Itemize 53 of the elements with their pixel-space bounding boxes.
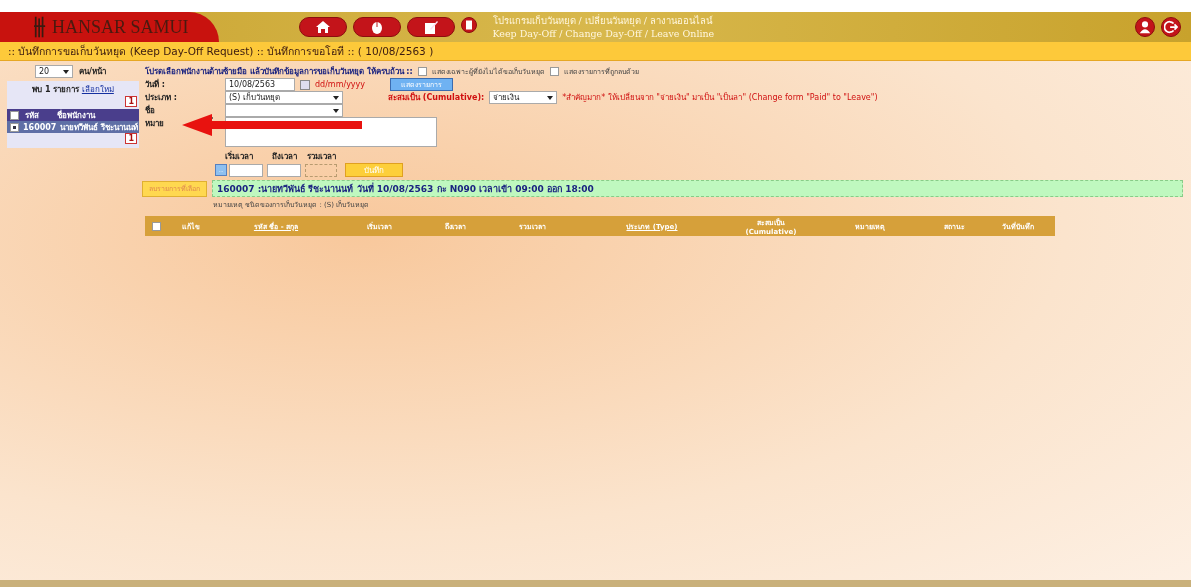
employee-name: นายทวีพันธ์ รีชะนานนท์ (60, 121, 139, 133)
page-size-select[interactable]: 20 (35, 65, 74, 78)
end-time-field[interactable] (267, 164, 301, 177)
field-label: ประเภท : (145, 92, 178, 104)
column-header[interactable]: ชื่อพนักงาน (57, 108, 95, 122)
time-label: เริ่มเวลา (225, 150, 253, 163)
page-size-label: คน/หน้า (79, 66, 106, 78)
mouse-button[interactable] (352, 17, 401, 37)
caret-icon (333, 95, 339, 100)
column-header[interactable]: รหัส (25, 108, 39, 122)
caret-icon (547, 95, 554, 100)
program-subtitle: Keep Day-Off / Change Day-Off / Leave Online (492, 27, 715, 40)
result-count: พบ 1 รายการ (32, 85, 80, 94)
field-label: วันที่ : (145, 78, 166, 91)
instruction-text: โปรดเลือกพนักงานด้านซ้ายมือ แล้วบันทึกข้อมูลการขอเก็บวันหยุด ให้ครบถ้วน :: (145, 65, 413, 78)
breadcrumb: :: บันทึกการขอเก็บวันหยุด (Keep Day-Off Request) :: บันทึกการขอโอที :: ( 10/08/2563 ) (8, 43, 434, 60)
logout-button[interactable] (1161, 17, 1181, 37)
home-icon (314, 19, 331, 35)
type-select[interactable]: (S) เก็บวันหยุด (225, 91, 343, 104)
calendar-icon[interactable] (300, 79, 310, 90)
date-field[interactable]: 10/08/2563 (225, 78, 295, 91)
reselect-link[interactable]: เลือกใหม่ (81, 85, 114, 94)
program-title: โปรแกรมเก็บวันหยุด / เปลี่ยนวันหยุด / ลางานออนไลน์ (492, 14, 714, 27)
field-label: ชื่อ (145, 104, 156, 117)
employee-code: 160007 (23, 122, 57, 132)
edit-icon (422, 19, 439, 35)
page-number[interactable]: 1 (125, 96, 137, 107)
filter-checkbox[interactable] (417, 67, 427, 76)
time-label: รวมเวลา (306, 151, 336, 163)
filter-checkbox[interactable] (549, 67, 559, 76)
edit-button[interactable] (406, 17, 455, 37)
employee-row[interactable]: 160007 นายทวีพันธ์ รีชะนานนท์ (7, 121, 139, 133)
caret-icon (63, 69, 70, 74)
user-icon (1138, 20, 1152, 34)
summary-bar: 160007 :นายทวีพันธ์ รีชะนานนท์ วันที่ 10/08/2563 กะ N090 เวลาเข้า 09:00 ออก 18:00 (212, 180, 1183, 197)
cumulative-select[interactable]: จ่ายเงิน (489, 91, 558, 104)
warning-text: *สำคัญมาก* ให้เปลี่ยนจาก "จ่ายเงิน" มาเป็น "เป็นลา" (Change form "Paid" to "Leave") (562, 91, 878, 104)
time-label: ถึงเวลา (271, 151, 297, 163)
document-button[interactable] (460, 17, 477, 33)
date-format-hint: dd/mm/yyyy (315, 80, 366, 89)
select-all-checkbox[interactable] (10, 110, 19, 120)
user-button[interactable] (1135, 17, 1155, 37)
row-checkbox[interactable] (10, 122, 19, 132)
field-label: หมาย (145, 118, 165, 130)
start-time-field[interactable] (229, 164, 263, 177)
logo-text: HANSAR SAMUI (52, 16, 189, 38)
logout-icon (1164, 20, 1178, 34)
total-time-field (305, 164, 337, 177)
field-label: สะสมเป็น (Cumulative): (388, 91, 485, 104)
select-all-checkbox[interactable] (151, 221, 161, 231)
page-number[interactable]: 1 (125, 133, 137, 144)
logo-icon (34, 16, 46, 38)
home-button[interactable] (298, 17, 347, 37)
